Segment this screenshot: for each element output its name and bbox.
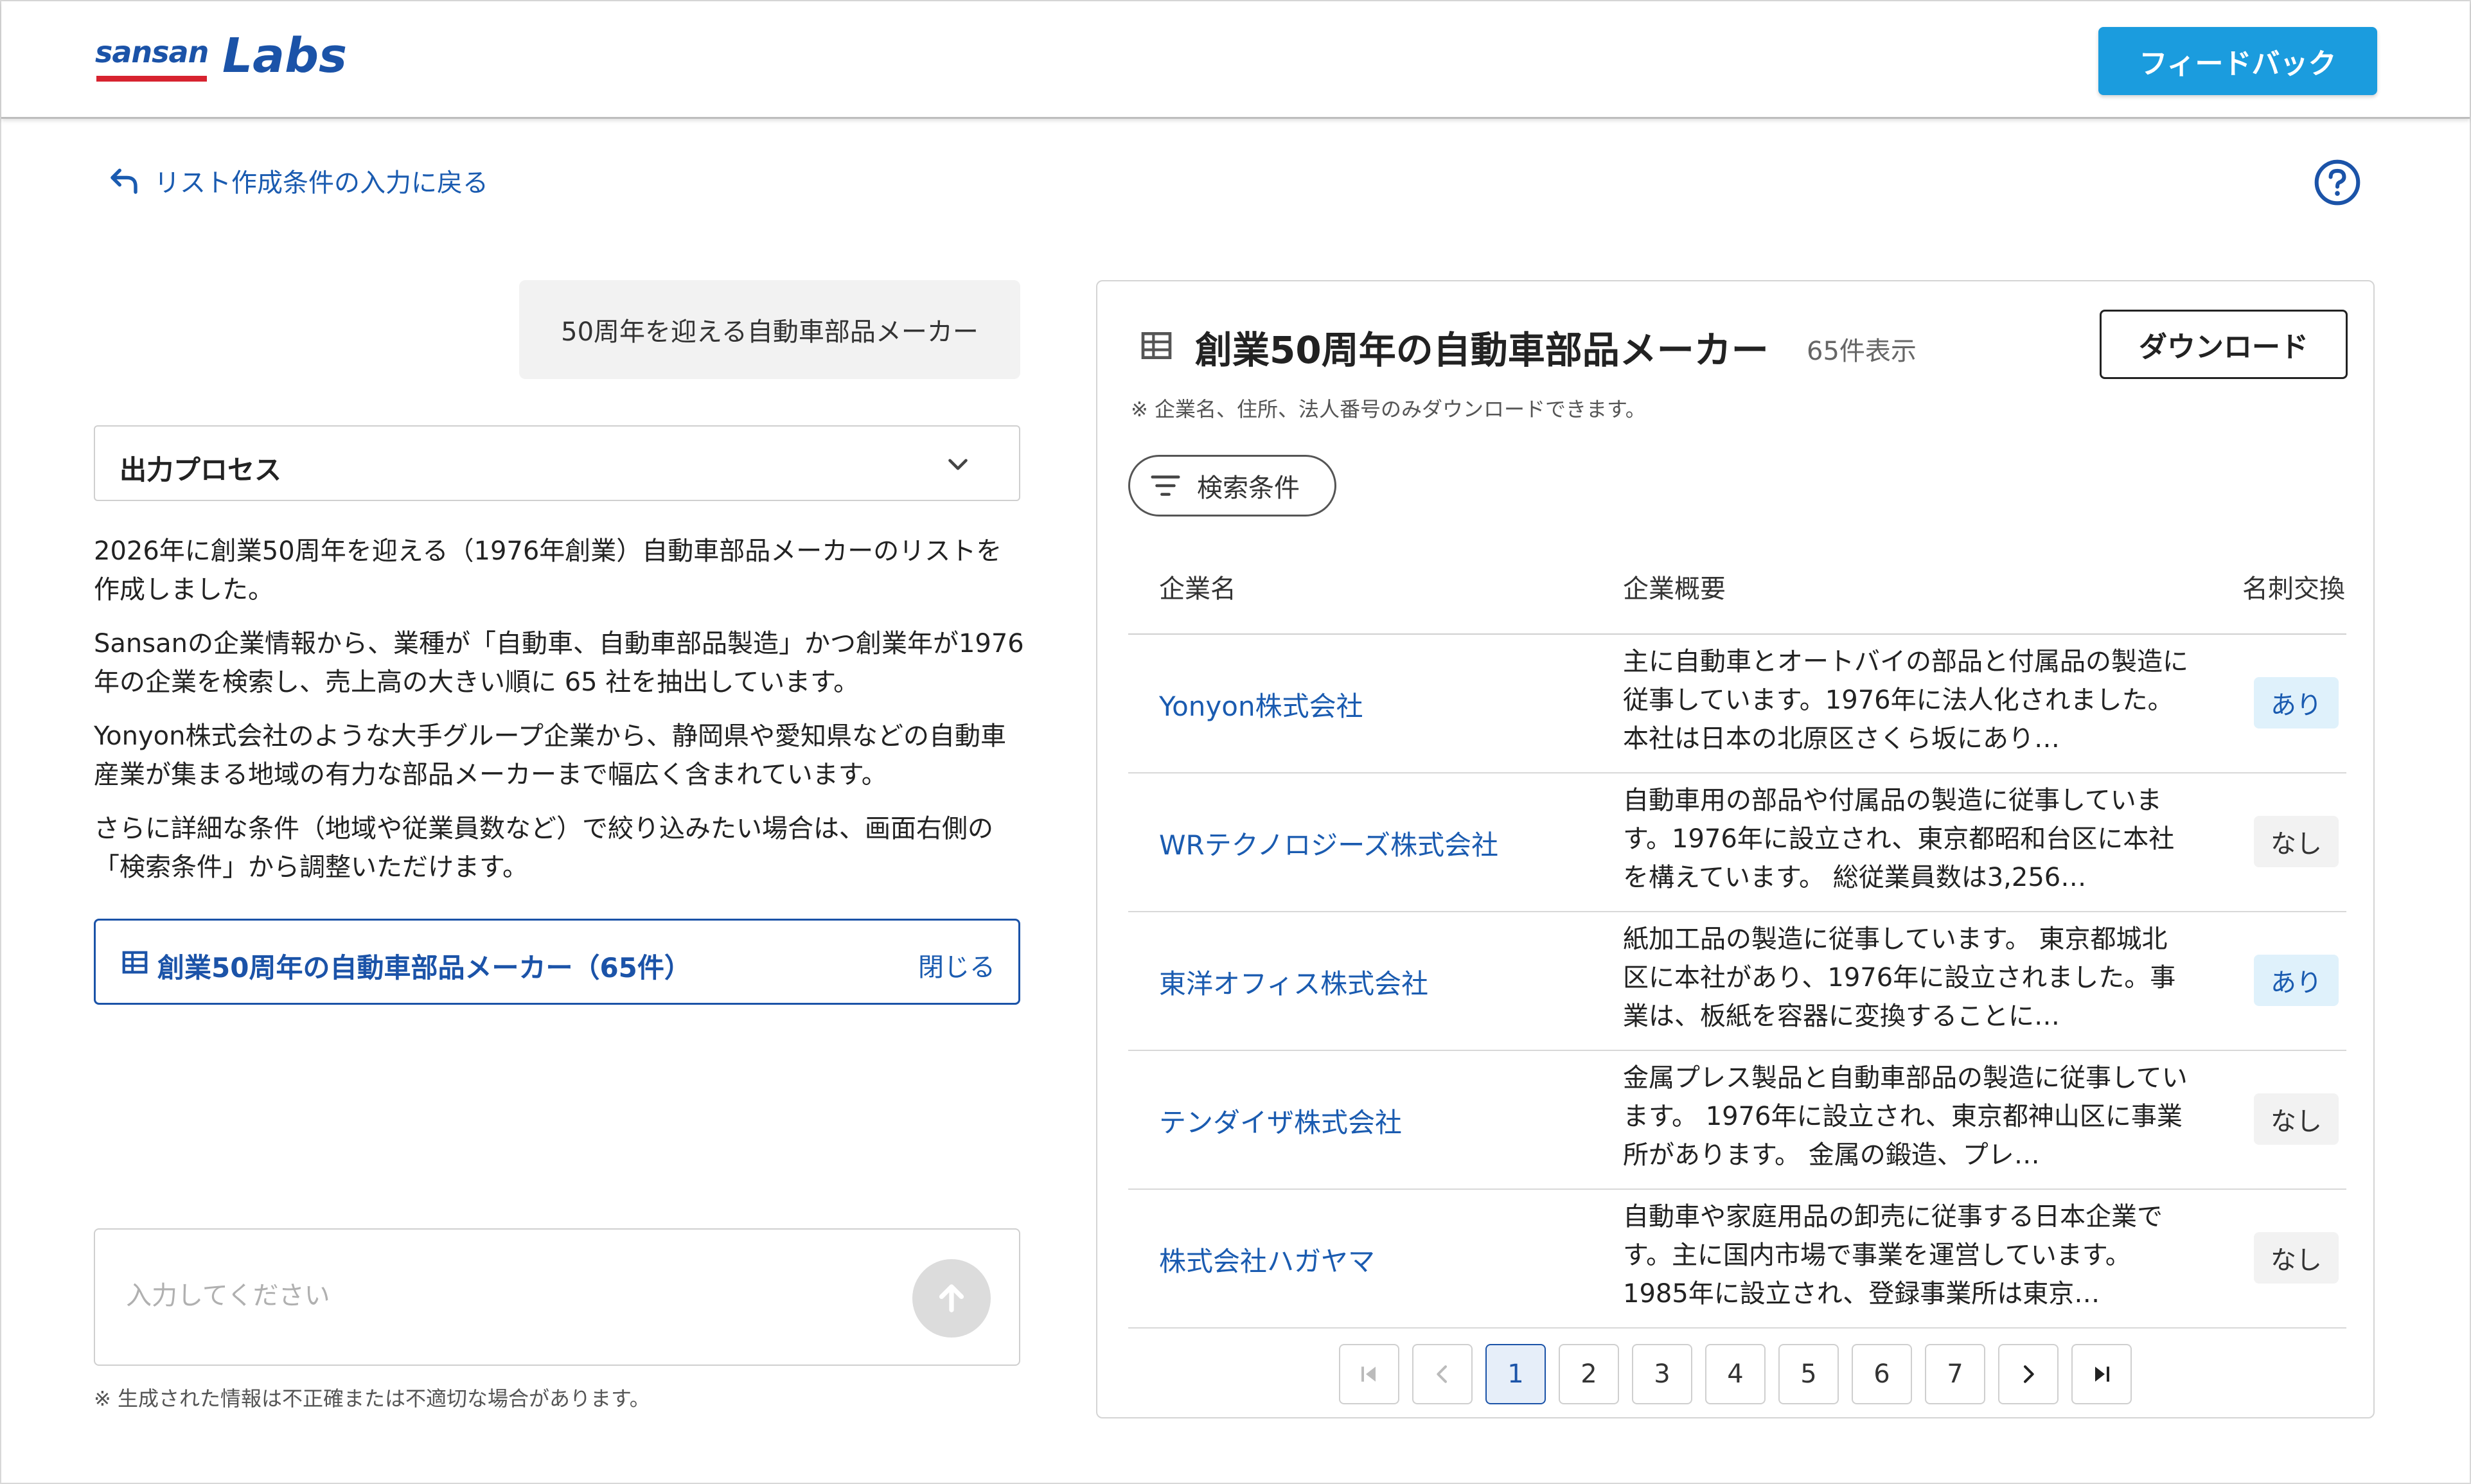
process-title: 出力プロセス <box>120 454 282 486</box>
response-paragraph-1: 2026年に創業50周年を迎える（1976年創業）自動車部品メーカーのリストを作… <box>94 536 1002 605</box>
result-list-label: 創業50周年の自動車部品メーカー（65件） <box>157 952 691 984</box>
app-header: sansan Labs フィードバック <box>1 1 2470 119</box>
first-page-icon <box>1361 1366 1376 1382</box>
company-summary: 自動車や家庭用品の卸売に従事する日本企業です。主に国内市場で事業を運営しています… <box>1623 1202 2163 1309</box>
send-button[interactable] <box>912 1259 991 1338</box>
chevron-left-icon <box>1437 1365 1447 1383</box>
arrow-up-icon <box>939 1284 964 1312</box>
table-row: 株式会社ハガヤマ 自動車や家庭用品の卸売に従事する日本企業です。主に国内市場で事… <box>1128 1188 2346 1329</box>
help-icon[interactable] <box>2313 158 2362 207</box>
search-conditions-button[interactable]: 検索条件 <box>1128 455 1336 517</box>
page-button[interactable]: 1 <box>1485 1344 1546 1404</box>
undo-arrow-icon <box>111 168 137 194</box>
last-page-button[interactable] <box>2071 1344 2132 1404</box>
column-header-company: 企業名 <box>1159 574 1236 604</box>
card-exchange-badge: あり <box>2254 677 2339 729</box>
page-button[interactable]: 5 <box>1778 1344 1839 1404</box>
download-note: ※ 企業名、住所、法人番号のみダウンロードできます。 <box>1131 397 1646 421</box>
logo-product-text: Labs <box>222 28 348 84</box>
first-page-button[interactable] <box>1339 1344 1399 1404</box>
filter-icon <box>1151 475 1180 496</box>
company-summary: 主に自動車とオートバイの部品と付属品の製造に従事しています。1976年に法人化さ… <box>1623 647 2188 754</box>
logo-brand-text: sansan <box>95 35 209 69</box>
chevron-down-icon <box>948 459 968 470</box>
page-button[interactable]: 7 <box>1925 1344 1985 1404</box>
page-button[interactable]: 3 <box>1632 1344 1692 1404</box>
user-query-bubble: 50周年を迎える自動車部品メーカー <box>519 280 1020 379</box>
disclaimer-text: ※ 生成された情報は不正確または不適切な場合があります。 <box>94 1386 650 1411</box>
panel-title: 創業50周年の自動車部品メーカー <box>1195 328 1769 372</box>
company-name-link[interactable]: Yonyon株式会社 <box>1159 685 1363 724</box>
pagination: 1 2 3 4 5 6 7 <box>1339 1344 2145 1406</box>
response-paragraph-3: Yonyon株式会社のような大手グループ企業から、静岡県や愛知県などの自動車産業… <box>94 721 1007 790</box>
response-paragraph-4: さらに詳細な条件（地域や従業員数など）で絞り込みたい場合は、画面右側の「検索条件… <box>94 814 993 882</box>
output-process-accordion[interactable]: 出力プロセス <box>94 425 1020 501</box>
company-summary: 金属プレス製品と自動車部品の製造に従事しています。 1976年に設立され、東京都… <box>1623 1063 2188 1170</box>
card-exchange-badge: あり <box>2254 955 2339 1006</box>
chevron-right-icon <box>2024 1365 2034 1383</box>
table-row: 東洋オフィス株式会社 紙加工品の製造に従事しています。 東京都城北区に本社があり… <box>1128 911 2346 1051</box>
back-to-conditions-link[interactable]: リスト作成条件の入力に戻る <box>107 162 488 199</box>
page-button[interactable]: 2 <box>1559 1344 1619 1404</box>
card-exchange-badge: なし <box>2254 1232 2339 1284</box>
download-button[interactable]: ダウンロード <box>2100 310 2348 379</box>
company-name-link[interactable]: WRテクノロジーズ株式会社 <box>1159 824 1498 863</box>
company-name-link[interactable]: 東洋オフィス株式会社 <box>1159 962 1428 1002</box>
table-row: テンダイザ株式会社 金属プレス製品と自動車部品の製造に従事しています。 1976… <box>1128 1050 2346 1190</box>
table-icon <box>122 951 148 974</box>
table-icon <box>1141 332 1172 359</box>
column-header-card-exchange: 名刺交換 <box>2242 574 2345 604</box>
company-summary: 紙加工品の製造に従事しています。 東京都城北区に本社があり、1976年に設立され… <box>1623 924 2176 1031</box>
filter-label: 検索条件 <box>1197 473 1300 503</box>
page-button[interactable]: 6 <box>1852 1344 1912 1404</box>
table-row: WRテクノロジーズ株式会社 自動車用の部品や付属品の製造に従事しています。197… <box>1128 772 2346 912</box>
result-panel: 創業50周年の自動車部品メーカー 65件表示 ダウンロード ※ 企業名、住所、法… <box>1096 280 2375 1418</box>
chat-input-box <box>94 1228 1020 1366</box>
card-exchange-badge: なし <box>2254 1093 2339 1145</box>
card-exchange-badge: なし <box>2254 816 2339 867</box>
last-page-icon <box>2095 1366 2109 1382</box>
feedback-button[interactable]: フィードバック <box>2098 27 2377 95</box>
next-page-button[interactable] <box>1998 1344 2059 1404</box>
back-link-label: リスト作成条件の入力に戻る <box>154 168 488 198</box>
company-name-link[interactable]: テンダイザ株式会社 <box>1159 1101 1402 1140</box>
column-header-summary: 企業概要 <box>1623 574 1726 604</box>
logo-underline <box>96 76 207 82</box>
result-count: 65件表示 <box>1807 337 1917 366</box>
chat-input[interactable] <box>125 1275 898 1317</box>
prev-page-button[interactable] <box>1412 1344 1473 1404</box>
table-header: 企業名 企業概要 名刺交換 <box>1128 538 2346 635</box>
response-paragraph-2: Sansanの企業情報から、業種が「自動車、自動車部品製造」かつ創業年が1976… <box>94 629 1024 697</box>
table-row: Yonyon株式会社 主に自動車とオートバイの部品と付属品の製造に従事しています… <box>1128 633 2346 773</box>
page-button[interactable]: 4 <box>1705 1344 1766 1404</box>
result-list-card[interactable]: 創業50周年の自動車部品メーカー（65件） 閉じる <box>94 919 1020 1005</box>
company-name-link[interactable]: 株式会社ハガヤマ <box>1159 1240 1375 1279</box>
close-result-button[interactable]: 閉じる <box>918 946 995 984</box>
company-summary: 自動車用の部品や付属品の製造に従事しています。1976年に設立され、東京都昭和台… <box>1623 786 2175 892</box>
